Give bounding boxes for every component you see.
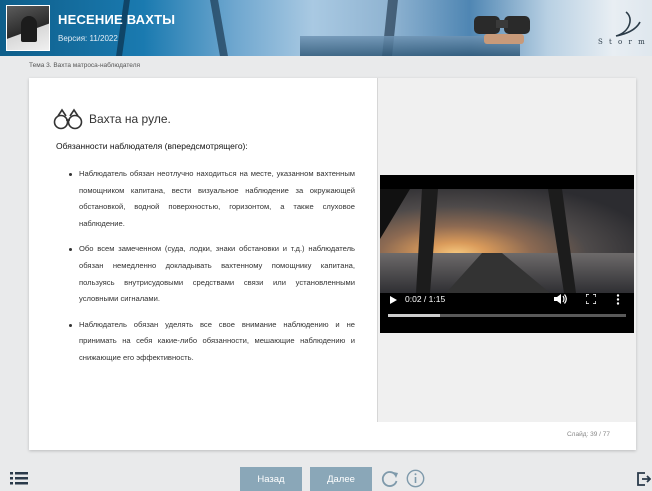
volume-icon[interactable] <box>554 293 568 305</box>
video-progress-bar[interactable] <box>388 314 626 317</box>
list-item: Наблюдатель обязан уделять все свое вним… <box>67 317 355 367</box>
slide-counter: Слайд: 39 / 77 <box>566 431 610 438</box>
list-item: Наблюдатель обязан неотлучно находиться … <box>67 166 355 232</box>
slide-text-panel: Вахта на руле. Обязанности наблюдателя (… <box>29 78 377 422</box>
play-icon[interactable] <box>390 296 397 304</box>
next-button[interactable]: Далее <box>310 467 372 491</box>
exit-icon[interactable] <box>637 472 651 486</box>
header-window-frame <box>210 0 228 56</box>
video-buffer-fill <box>388 314 441 317</box>
reload-icon[interactable] <box>381 470 399 488</box>
more-options-icon[interactable] <box>616 294 620 305</box>
back-button[interactable]: Назад <box>240 467 302 491</box>
course-header: НЕСЕНИЕ ВАХТЫ Версия: 11/2022 S t o r m <box>0 0 652 56</box>
slide-card: Вахта на руле. Обязанности наблюдателя (… <box>29 78 636 450</box>
binoculars-illustration <box>474 16 530 44</box>
info-icon[interactable] <box>406 469 425 488</box>
duty-list: Наблюдатель обязан неотлучно находиться … <box>67 166 355 376</box>
slide-heading: Вахта на руле. <box>53 108 171 130</box>
video-player[interactable]: 0:02 / 1:15 <box>380 175 634 333</box>
breadcrumb: Тема 3. Вахта матроса-наблюдателя <box>29 62 141 69</box>
course-title: НЕСЕНИЕ ВАХТЫ <box>58 12 176 27</box>
course-version: Версия: 11/2022 <box>58 34 118 43</box>
list-item: Обо всем замеченном (суда, лодки, знаки … <box>67 241 355 307</box>
header-window-frame <box>116 0 130 56</box>
table-of-contents-icon[interactable] <box>10 472 28 485</box>
fullscreen-icon[interactable] <box>586 294 596 304</box>
slide-subheading: Обязанности наблюдателя (впередсмотрящег… <box>56 141 248 151</box>
course-avatar <box>6 5 50 51</box>
binoculars-icon <box>53 108 83 130</box>
slide-heading-text: Вахта на руле. <box>89 112 171 126</box>
storm-logo-text: S t o r m <box>598 38 647 46</box>
video-time: 0:02 / 1:15 <box>405 294 446 304</box>
